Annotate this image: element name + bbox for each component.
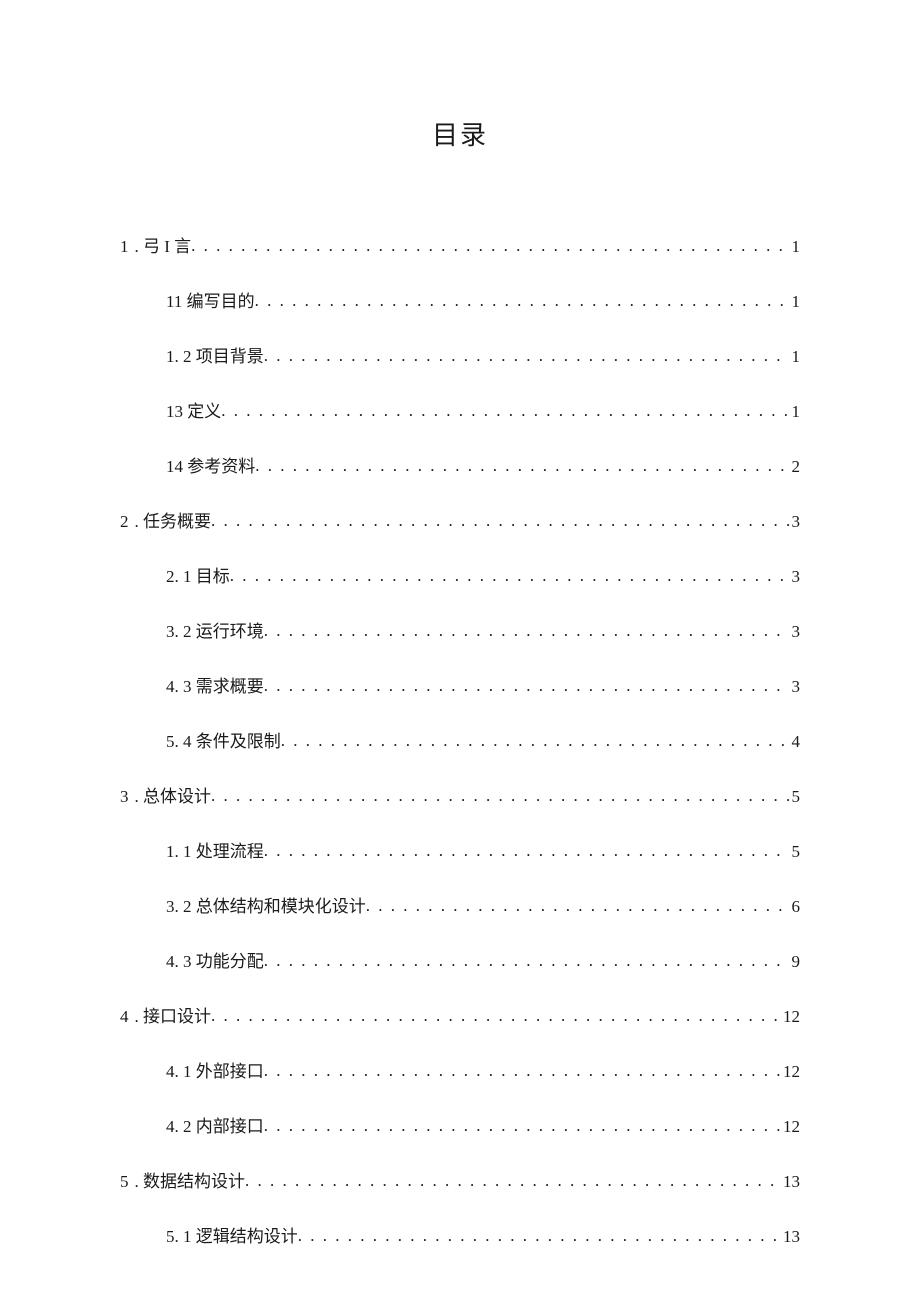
toc-leader-dots: . . . . . . . . . . . . . . . . . . . . … [264, 346, 790, 366]
toc-entry-page: 3 [790, 567, 801, 587]
toc-entry: 4. 接口设计 . . . . . . . . . . . . . . . . … [120, 1002, 800, 1027]
toc-entry-number: 1 [120, 237, 129, 257]
toc-entry: 11 编写目的. . . . . . . . . . . . . . . . .… [120, 287, 800, 312]
toc-entry-label: 1. 1 处理流程 [166, 837, 264, 862]
toc-entry-page: 13 [781, 1227, 800, 1247]
toc-entry-label: 5. 数据结构设计 [120, 1167, 245, 1192]
toc-entry-label: 4. 2 内部接口 [166, 1112, 264, 1137]
toc-entry: 1. 2 项目背景. . . . . . . . . . . . . . . .… [120, 342, 800, 367]
toc-entry-label: 11 编写目的 [166, 287, 255, 312]
toc-title: 目录 [120, 115, 800, 152]
toc-entry-label: 4. 3 功能分配 [166, 947, 264, 972]
toc-entry-page: 12 [781, 1062, 800, 1082]
toc-entry-page: 9 [790, 952, 801, 972]
toc-entry-label: 4. 1 外部接口 [166, 1057, 264, 1082]
toc-entry-page: 5 [790, 842, 801, 862]
toc-entry-label: 3. 2 总体结构和模块化设计 [166, 892, 366, 917]
toc-entry-label: 13 定义 [166, 397, 221, 422]
toc-leader-dots: . . . . . . . . . . . . . . . . . . . . … [264, 1116, 781, 1136]
toc-entry-label: 5. 1 逻辑结构设计 [166, 1222, 298, 1247]
toc-entry-page: 1 [790, 292, 801, 312]
toc-entry-page: 3 [790, 622, 801, 642]
toc-leader-dots: . . . . . . . . . . . . . . . . . . . . … [281, 731, 790, 751]
toc-entry: 2. 1 目标. . . . . . . . . . . . . . . . .… [120, 562, 800, 587]
toc-entry: 4. 1 外部接口. . . . . . . . . . . . . . . .… [120, 1057, 800, 1082]
toc-entry-page: 3 [790, 677, 801, 697]
toc-entry-page: 4 [790, 732, 801, 752]
toc-entry-number: 3 [120, 787, 129, 807]
toc-entry-page: 1 [790, 402, 801, 422]
toc-entry-page: 5 [790, 787, 801, 807]
toc-entry-label: 4. 3 需求概要 [166, 672, 264, 697]
toc-leader-dots: . . . . . . . . . . . . . . . . . . . . … [298, 1226, 781, 1246]
toc-entry-label: 1. 弓 I 言 [120, 232, 191, 257]
toc-entry-page: 12 [781, 1117, 800, 1137]
toc-leader-dots: . . . . . . . . . . . . . . . . . . . . … [264, 1061, 781, 1081]
toc-entry-label: 5. 4 条件及限制 [166, 727, 281, 752]
toc-entry: 14 参考资料. . . . . . . . . . . . . . . . .… [120, 452, 800, 477]
toc-leader-dots: . . . . . . . . . . . . . . . . . . . . … [211, 786, 790, 806]
toc-entry: 4. 3 需求概要. . . . . . . . . . . . . . . .… [120, 672, 800, 697]
toc-entry-label: 2. 任务概要 [120, 507, 211, 532]
toc-entry: 5. 4 条件及限制. . . . . . . . . . . . . . . … [120, 727, 800, 752]
toc-entry: 1. 1 处理流程. . . . . . . . . . . . . . . .… [120, 837, 800, 862]
toc-entry: 3. 2 总体结构和模块化设计. . . . . . . . . . . . .… [120, 892, 800, 917]
toc-entry-page: 13 [781, 1172, 800, 1192]
toc-leader-dots: . . . . . . . . . . . . . . . . . . . . … [264, 621, 790, 641]
toc-leader-dots: . . . . . . . . . . . . . . . . . . . . … [366, 896, 790, 916]
toc-leader-dots: . . . . . . . . . . . . . . . . . . . . … [230, 566, 790, 586]
toc-entry: 2. 任务概要 . . . . . . . . . . . . . . . . … [120, 507, 800, 532]
table-of-contents: 1. 弓 I 言 . . . . . . . . . . . . . . . .… [120, 232, 800, 1247]
toc-leader-dots: . . . . . . . . . . . . . . . . . . . . … [191, 236, 789, 256]
toc-entry-page: 6 [790, 897, 801, 917]
toc-entry-page: 3 [790, 512, 801, 532]
toc-leader-dots: . . . . . . . . . . . . . . . . . . . . … [245, 1171, 781, 1191]
toc-entry-label: 1. 2 项目背景 [166, 342, 264, 367]
toc-entry: 4. 3 功能分配. . . . . . . . . . . . . . . .… [120, 947, 800, 972]
toc-leader-dots: . . . . . . . . . . . . . . . . . . . . … [221, 401, 789, 421]
toc-entry: 3. 2 运行环境. . . . . . . . . . . . . . . .… [120, 617, 800, 642]
toc-entry: 13 定义. . . . . . . . . . . . . . . . . .… [120, 397, 800, 422]
toc-leader-dots: . . . . . . . . . . . . . . . . . . . . … [255, 456, 789, 476]
toc-entry-page: 1 [790, 347, 801, 367]
toc-leader-dots: . . . . . . . . . . . . . . . . . . . . … [264, 951, 790, 971]
toc-entry-label: 2. 1 目标 [166, 562, 230, 587]
toc-entry-page: 2 [790, 457, 801, 477]
toc-leader-dots: . . . . . . . . . . . . . . . . . . . . … [264, 676, 790, 696]
toc-entry: 1. 弓 I 言 . . . . . . . . . . . . . . . .… [120, 232, 800, 257]
toc-leader-dots: . . . . . . . . . . . . . . . . . . . . … [255, 291, 790, 311]
toc-entry: 4. 2 内部接口. . . . . . . . . . . . . . . .… [120, 1112, 800, 1137]
toc-entry-label: 4. 接口设计 [120, 1002, 211, 1027]
toc-leader-dots: . . . . . . . . . . . . . . . . . . . . … [211, 1006, 781, 1026]
toc-entry-label: 14 参考资料 [166, 452, 255, 477]
toc-entry: 5. 1 逻辑结构设计. . . . . . . . . . . . . . .… [120, 1222, 800, 1247]
toc-entry-number: 2 [120, 512, 129, 532]
toc-entry: 3. 总体设计 . . . . . . . . . . . . . . . . … [120, 782, 800, 807]
toc-entry-label: 3. 2 运行环境 [166, 617, 264, 642]
toc-entry-page: 12 [781, 1007, 800, 1027]
toc-entry-number: 5 [120, 1172, 129, 1192]
toc-entry: 5. 数据结构设计 . . . . . . . . . . . . . . . … [120, 1167, 800, 1192]
toc-entry-number: 4 [120, 1007, 129, 1027]
toc-leader-dots: . . . . . . . . . . . . . . . . . . . . … [211, 511, 790, 531]
toc-entry-label: 3. 总体设计 [120, 782, 211, 807]
toc-entry-page: 1 [790, 237, 801, 257]
toc-leader-dots: . . . . . . . . . . . . . . . . . . . . … [264, 841, 790, 861]
